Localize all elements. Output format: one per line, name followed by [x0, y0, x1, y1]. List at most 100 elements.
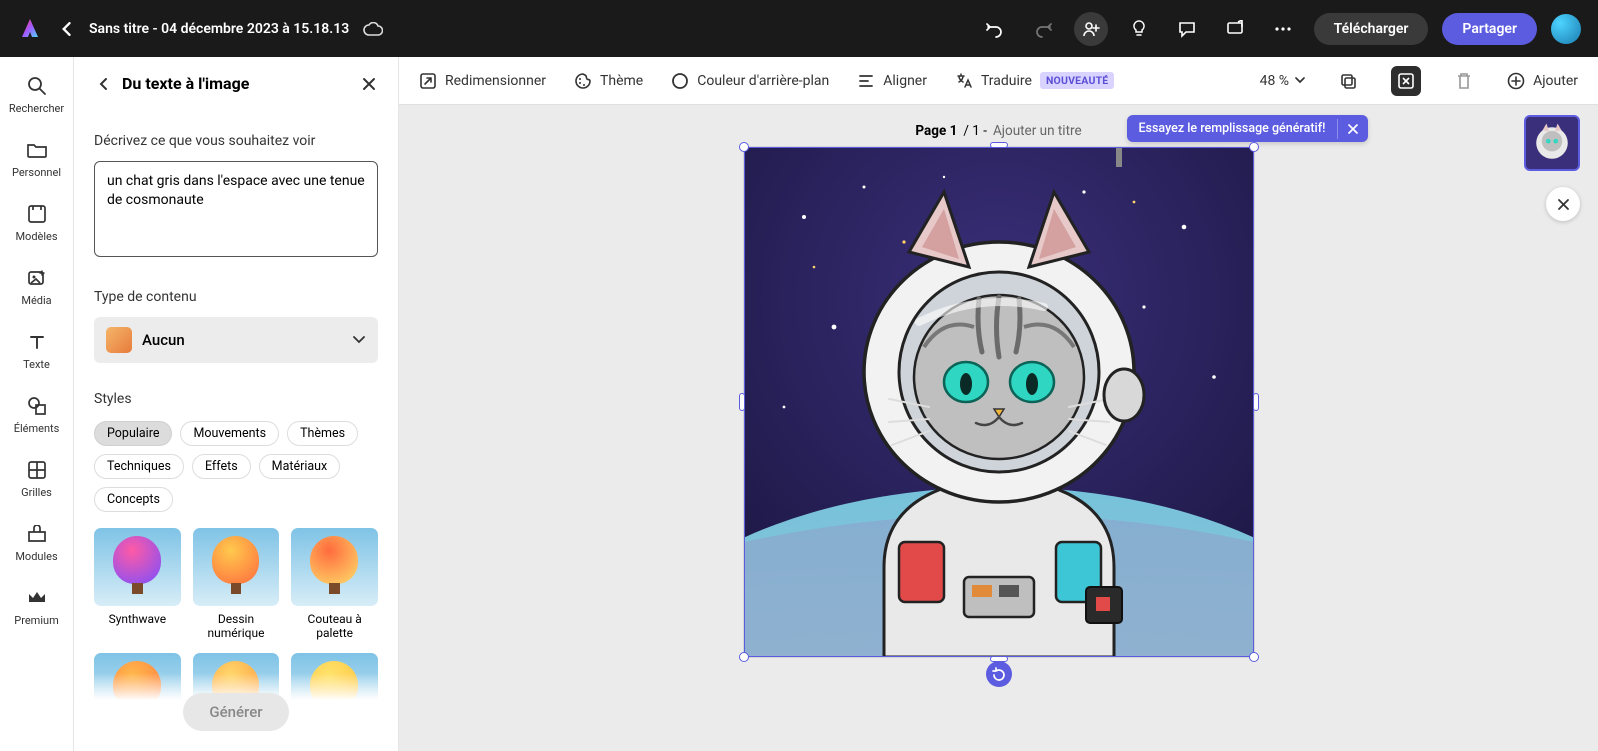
- redo-icon[interactable]: [1026, 12, 1060, 46]
- panel-back-icon[interactable]: [94, 75, 112, 93]
- selection-box[interactable]: [744, 147, 1254, 657]
- nav-label: Éléments: [14, 422, 60, 435]
- prompt-input[interactable]: [94, 161, 378, 257]
- circle-icon: [671, 72, 689, 90]
- app-logo[interactable]: [17, 16, 43, 42]
- back-icon[interactable]: [57, 20, 75, 38]
- nav-label: Texte: [23, 358, 50, 371]
- canvas-artboard[interactable]: [744, 147, 1254, 657]
- reset-history-icon[interactable]: [986, 661, 1012, 687]
- content-type-label: Type de contenu: [94, 289, 378, 305]
- nav-label: Personnel: [12, 166, 61, 179]
- tool-label: Aligner: [883, 73, 927, 89]
- nav-label: Modules: [15, 550, 57, 563]
- close-callout-icon[interactable]: [1337, 119, 1368, 139]
- nav-label: Premium: [14, 614, 58, 627]
- zoom-control[interactable]: 48 %: [1260, 73, 1305, 89]
- resize-handle-tl[interactable]: [739, 142, 749, 152]
- translate-tool[interactable]: Traduire NOUVEAUTÉ: [955, 72, 1114, 90]
- delete-icon[interactable]: [1449, 66, 1479, 96]
- theme-tool[interactable]: Thème: [574, 72, 643, 90]
- resize-handle-ml[interactable]: [739, 393, 745, 411]
- nav-models[interactable]: Modèles: [0, 203, 73, 243]
- content-type-thumbnail-icon: [106, 327, 132, 353]
- comment-icon[interactable]: [1170, 12, 1204, 46]
- style-chip-mouvements[interactable]: Mouvements: [180, 421, 279, 446]
- resize-handle-br[interactable]: [1249, 652, 1259, 662]
- style-chip-effets[interactable]: Effets: [192, 454, 251, 479]
- nav-label: Média: [21, 294, 51, 307]
- nav-premium[interactable]: Premium: [0, 587, 73, 627]
- generate-button[interactable]: Générer: [183, 693, 288, 731]
- panel-title: Du texte à l'image: [122, 74, 360, 93]
- ai-tool-icon[interactable]: [1391, 66, 1421, 96]
- resize-handle-tr[interactable]: [1249, 142, 1259, 152]
- style-chip-populaire[interactable]: Populaire: [94, 421, 172, 446]
- tool-label: Couleur d'arrière-plan: [697, 73, 829, 89]
- download-button[interactable]: Télécharger: [1314, 13, 1429, 45]
- chevron-down-icon: [1295, 77, 1305, 84]
- zoom-value: 48 %: [1260, 73, 1289, 89]
- media-icon: [26, 267, 48, 289]
- share-button[interactable]: Partager: [1442, 13, 1537, 45]
- text-to-image-panel: Du texte à l'image Décrivez ce que vous …: [74, 57, 399, 751]
- text-icon: [26, 331, 48, 353]
- left-nav: Rechercher Personnel Modèles Média Texte…: [0, 57, 74, 751]
- align-icon: [857, 72, 875, 90]
- content-type-select[interactable]: Aucun: [94, 317, 378, 363]
- page-thumbnail[interactable]: [1524, 115, 1580, 171]
- templates-icon: [26, 203, 48, 225]
- generative-fill-text[interactable]: Essayez le remplissage génératif!: [1127, 115, 1338, 142]
- resize-handle-bl[interactable]: [739, 652, 749, 662]
- folder-icon: [26, 139, 48, 161]
- present-icon[interactable]: [1218, 12, 1252, 46]
- more-icon[interactable]: [1266, 12, 1300, 46]
- style-name: Synthwave: [94, 612, 181, 626]
- nav-grids[interactable]: Grilles: [0, 459, 73, 499]
- user-avatar[interactable]: [1551, 14, 1581, 44]
- addon-icon: [26, 523, 48, 545]
- palette-icon: [574, 72, 592, 90]
- add-page-tool[interactable]: Ajouter: [1507, 72, 1578, 90]
- nav-elements[interactable]: Éléments: [0, 395, 73, 435]
- translate-icon: [955, 72, 973, 90]
- describe-label: Décrivez ce que vous souhaitez voir: [94, 133, 378, 149]
- align-tool[interactable]: Aligner: [857, 72, 927, 90]
- style-chip-thèmes[interactable]: Thèmes: [287, 421, 358, 446]
- tips-icon[interactable]: [1122, 12, 1156, 46]
- canvas-toolbar: Redimensionner Thème Couleur d'arrière-p…: [399, 57, 1598, 105]
- tool-label: Thème: [600, 73, 643, 89]
- shapes-icon: [26, 395, 48, 417]
- styles-label: Styles: [94, 391, 378, 407]
- nav-search[interactable]: Rechercher: [0, 75, 73, 115]
- style-chip-matériaux[interactable]: Matériaux: [259, 454, 341, 479]
- style-option[interactable]: [291, 528, 378, 606]
- chevron-down-icon: [352, 333, 366, 347]
- nav-text[interactable]: Texte: [0, 331, 73, 371]
- resize-handle-mt[interactable]: [990, 142, 1008, 148]
- page-indicator: Page 1: [915, 123, 957, 139]
- style-chip-concepts[interactable]: Concepts: [94, 487, 173, 512]
- nav-media[interactable]: Média: [0, 267, 73, 307]
- search-icon: [26, 75, 48, 97]
- style-chip-techniques[interactable]: Techniques: [94, 454, 184, 479]
- resize-handle-mr[interactable]: [1253, 393, 1259, 411]
- document-title[interactable]: Sans titre - 04 décembre 2023 à 15.18.13: [89, 21, 349, 37]
- style-option[interactable]: [193, 528, 280, 606]
- new-badge: NOUVEAUTÉ: [1040, 72, 1114, 89]
- generative-fill-callout: Essayez le remplissage génératif!: [1127, 115, 1369, 142]
- cloud-sync-icon[interactable]: [363, 19, 383, 39]
- nav-personal[interactable]: Personnel: [0, 139, 73, 179]
- tool-label: Ajouter: [1533, 73, 1578, 89]
- panel-close-icon[interactable]: [360, 75, 378, 93]
- close-thumbnails-icon[interactable]: [1546, 187, 1580, 221]
- duplicate-page-icon[interactable]: [1333, 66, 1363, 96]
- add-user-icon[interactable]: [1074, 12, 1108, 46]
- nav-modules[interactable]: Modules: [0, 523, 73, 563]
- page-title-input[interactable]: Ajouter un titre: [993, 123, 1082, 139]
- style-option[interactable]: [94, 528, 181, 606]
- resize-tool[interactable]: Redimensionner: [419, 72, 546, 90]
- undo-icon[interactable]: [978, 12, 1012, 46]
- grid-icon: [26, 459, 48, 481]
- bgcolor-tool[interactable]: Couleur d'arrière-plan: [671, 72, 829, 90]
